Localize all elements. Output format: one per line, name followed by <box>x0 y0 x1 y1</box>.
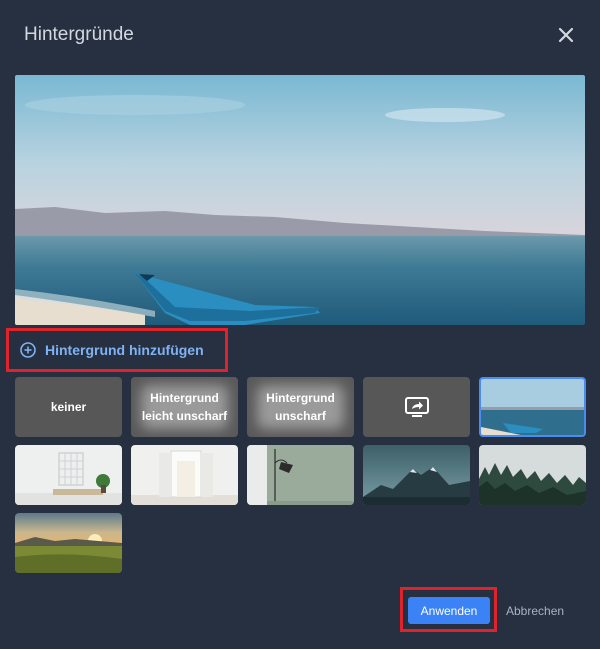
green-wall-thumbnail <box>247 445 354 505</box>
tile-white-doors[interactable] <box>131 445 238 505</box>
tile-light-blur-line1: Hintergrund <box>150 391 219 405</box>
sunset-thumbnail <box>15 513 122 573</box>
tile-light-blur-label: Hintergrund leicht unscharf <box>142 389 227 425</box>
tile-none-label: keiner <box>50 400 87 414</box>
apply-button[interactable]: Anwenden <box>408 597 490 624</box>
mountains-thumbnail <box>363 445 470 505</box>
dialog-title: Hintergründe <box>24 24 134 45</box>
tile-blur-line2: unscharf <box>275 409 326 423</box>
add-background-label: Hintergrund hinzufügen <box>45 342 204 358</box>
tile-green-wall-lamp[interactable] <box>247 445 354 505</box>
cancel-button[interactable]: Abbrechen <box>500 597 570 624</box>
tile-none[interactable]: keiner <box>15 377 122 437</box>
backgrounds-dialog: Hintergründe Hintergrund hinzufügen kein… <box>0 0 600 649</box>
tile-light-blur[interactable]: Hintergrund leicht unscharf <box>131 377 238 437</box>
tile-sunset-field[interactable] <box>15 513 122 573</box>
tile-light-blur-line2: leicht unscharf <box>141 409 228 423</box>
tile-white-room-shelf[interactable] <box>15 445 122 505</box>
plus-circle-icon <box>20 342 36 358</box>
forest-thumbnail <box>479 445 586 505</box>
tile-beach-boat[interactable] <box>479 377 586 437</box>
background-preview <box>15 75 585 325</box>
white-doors-thumbnail <box>131 445 238 505</box>
tile-screen-share[interactable] <box>363 377 470 437</box>
add-background-button[interactable]: Hintergrund hinzufügen <box>6 328 228 372</box>
tile-blur-label: Hintergrund unscharf <box>266 389 335 425</box>
tile-misty-forest[interactable] <box>479 445 586 505</box>
beach-boat-thumbnail <box>481 379 584 435</box>
close-button[interactable] <box>553 22 579 48</box>
close-icon <box>558 27 574 43</box>
tile-blur-line1: Hintergrund <box>266 391 335 405</box>
tile-mountains[interactable] <box>363 445 470 505</box>
white-room-thumbnail <box>15 445 122 505</box>
screen-share-icon <box>404 397 429 417</box>
tile-blur[interactable]: Hintergrund unscharf <box>247 377 354 437</box>
